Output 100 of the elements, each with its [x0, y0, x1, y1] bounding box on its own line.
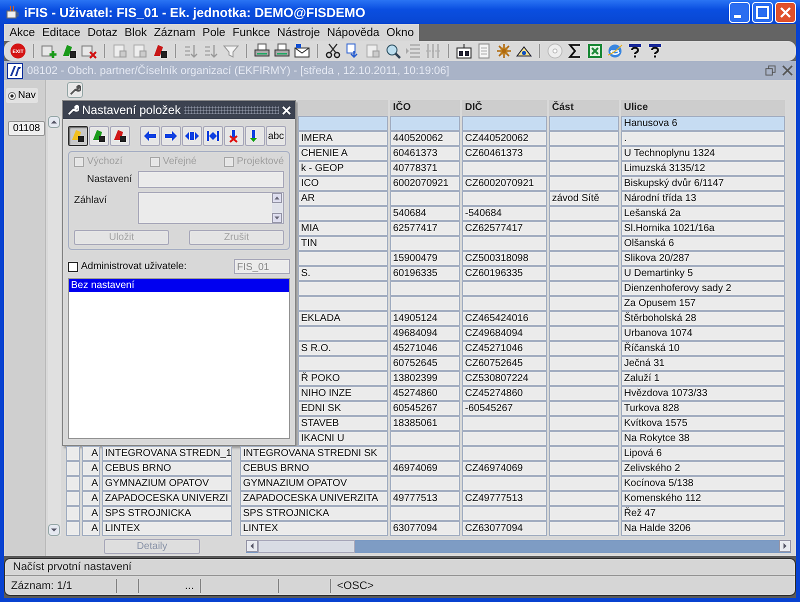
envelope-icon[interactable] — [294, 43, 310, 59]
accept-button[interactable] — [245, 126, 265, 146]
spreadsheet-icon[interactable] — [587, 43, 603, 59]
left-arrow-icon — [143, 129, 157, 143]
cards-button[interactable] — [68, 126, 88, 146]
table-cell: Komenského 112 — [621, 491, 785, 506]
sigma-icon[interactable] — [567, 43, 583, 59]
table-cell: Lešanská 2a — [621, 206, 785, 221]
table-cell: CZ500318098 — [462, 251, 547, 266]
menu-item[interactable]: Akce — [6, 26, 39, 38]
delete-button[interactable] — [224, 126, 244, 146]
column-header[interactable]: Část — [549, 100, 619, 116]
menu-item[interactable]: Dotaz — [84, 26, 121, 38]
minimize-icon[interactable] — [729, 2, 750, 22]
table-cell: 13802399 — [390, 371, 460, 386]
menu-item[interactable]: Nástroje — [274, 26, 324, 38]
settings-name-field[interactable] — [138, 171, 284, 188]
help-icon[interactable] — [627, 43, 643, 59]
scroll-up-icon[interactable] — [48, 116, 60, 128]
table-cell: CZ60196335 — [462, 266, 547, 281]
table-cell: 63077094 — [390, 521, 460, 536]
table-cell — [549, 521, 619, 536]
menu-item[interactable]: Záznam — [150, 26, 199, 38]
checkbox[interactable]: Administrovat uživatele: — [68, 261, 187, 272]
record-number-field[interactable]: 01108 — [8, 121, 46, 136]
abc-button[interactable]: abc — [266, 126, 286, 146]
table-cell: CZ530807224 — [462, 371, 547, 386]
table-cell: CZ440520062 — [462, 131, 547, 146]
maximize-icon[interactable] — [752, 2, 773, 22]
table-cell: -60545267 — [462, 401, 547, 416]
menu-item[interactable]: Pole — [198, 26, 229, 38]
form-icon[interactable] — [456, 43, 472, 59]
menu-item[interactable]: Nápověda — [323, 26, 383, 38]
column-header[interactable]: Ulice — [621, 100, 785, 116]
filter-icon[interactable] — [223, 43, 239, 59]
radio-button[interactable]: Nav — [6, 88, 38, 103]
right-arrow-icon — [164, 129, 178, 143]
table-cell: 49684094 — [390, 326, 460, 341]
table-cell: GYMNAZIUM OPATOV — [102, 476, 232, 491]
menu-item[interactable]: Editace — [38, 26, 84, 38]
table-cell: NIHO INZE — [298, 386, 388, 401]
printer-icon[interactable] — [274, 43, 290, 59]
table-cell: Limuzská 3135/12 — [621, 161, 785, 176]
printer-icon[interactable] — [254, 43, 270, 59]
menu-item[interactable]: Blok — [120, 26, 150, 38]
cards-add-button[interactable] — [89, 126, 109, 146]
left-arrow-button[interactable] — [140, 126, 160, 146]
table-cell: 45271046 — [390, 341, 460, 356]
menu-item[interactable]: Funkce — [228, 26, 274, 38]
table-cell: 540684 — [390, 206, 460, 221]
table-cell: CEBUS BRNO — [102, 461, 232, 476]
table-cell — [549, 281, 619, 296]
table-cell: Kvítkova 1575 — [621, 416, 785, 431]
horizontal-scrollbar[interactable] — [246, 540, 791, 552]
scissors-icon[interactable] — [325, 43, 341, 59]
table-cell: Slikova 20/287 — [621, 251, 785, 266]
restore-icon[interactable] — [765, 65, 776, 76]
table-cell — [549, 176, 619, 191]
table-cell: Hanusova 6 — [621, 116, 785, 131]
search-icon[interactable] — [385, 43, 401, 59]
scroll-down-icon[interactable] — [48, 524, 60, 536]
cards-remove-button[interactable] — [110, 126, 130, 146]
document-plus-icon[interactable] — [41, 43, 57, 59]
collapse-button[interactable] — [203, 126, 223, 146]
table-cell: Říčanská 10 — [621, 341, 785, 356]
scroll-down-icon[interactable] — [272, 213, 282, 223]
table-cell — [549, 266, 619, 281]
table-cell: EDNI SK — [298, 401, 388, 416]
table-cell: SPS STROJNICKA — [240, 506, 388, 521]
scroll-up-icon[interactable] — [272, 193, 282, 203]
table-cell — [549, 491, 619, 506]
expand-button[interactable] — [182, 126, 202, 146]
help-icon[interactable] — [647, 43, 663, 59]
table-cell: 40778371 — [390, 161, 460, 176]
document-delete-icon[interactable] — [81, 43, 97, 59]
column-header[interactable]: DIČ — [462, 100, 547, 116]
browser-icon[interactable] — [607, 43, 623, 59]
table-cell — [549, 401, 619, 416]
vertical-scrollbar[interactable] — [48, 116, 60, 536]
table-cell: ZAPADOCESKA UNIVERZI — [102, 491, 232, 506]
table-cell: Olšanská 6 — [621, 236, 785, 251]
table-cell — [549, 371, 619, 386]
table-cell: 15900479 — [390, 251, 460, 266]
table-cell: 60461373 — [390, 146, 460, 161]
wrench-button[interactable] — [67, 82, 83, 98]
scrollbar-thumb[interactable] — [258, 540, 355, 552]
table-cell: Ř POKO — [298, 371, 388, 386]
table-cell: Sl.Hornika 1021/16a — [621, 221, 785, 236]
table-cell — [390, 281, 460, 296]
table-cell: 440520062 — [390, 131, 460, 146]
table-cell — [549, 386, 619, 401]
scroll-left-icon[interactable] — [246, 540, 258, 552]
column-header[interactable]: IČO — [390, 100, 460, 116]
table-cell — [390, 296, 460, 311]
table-cell: A — [82, 446, 100, 461]
table-cell: Lipová 6 — [621, 446, 785, 461]
right-arrow-button[interactable] — [161, 126, 181, 146]
menu-item[interactable]: Okno — [382, 26, 418, 38]
scroll-right-icon[interactable] — [779, 540, 791, 552]
list-item[interactable]: Bez nastavení — [69, 279, 289, 292]
